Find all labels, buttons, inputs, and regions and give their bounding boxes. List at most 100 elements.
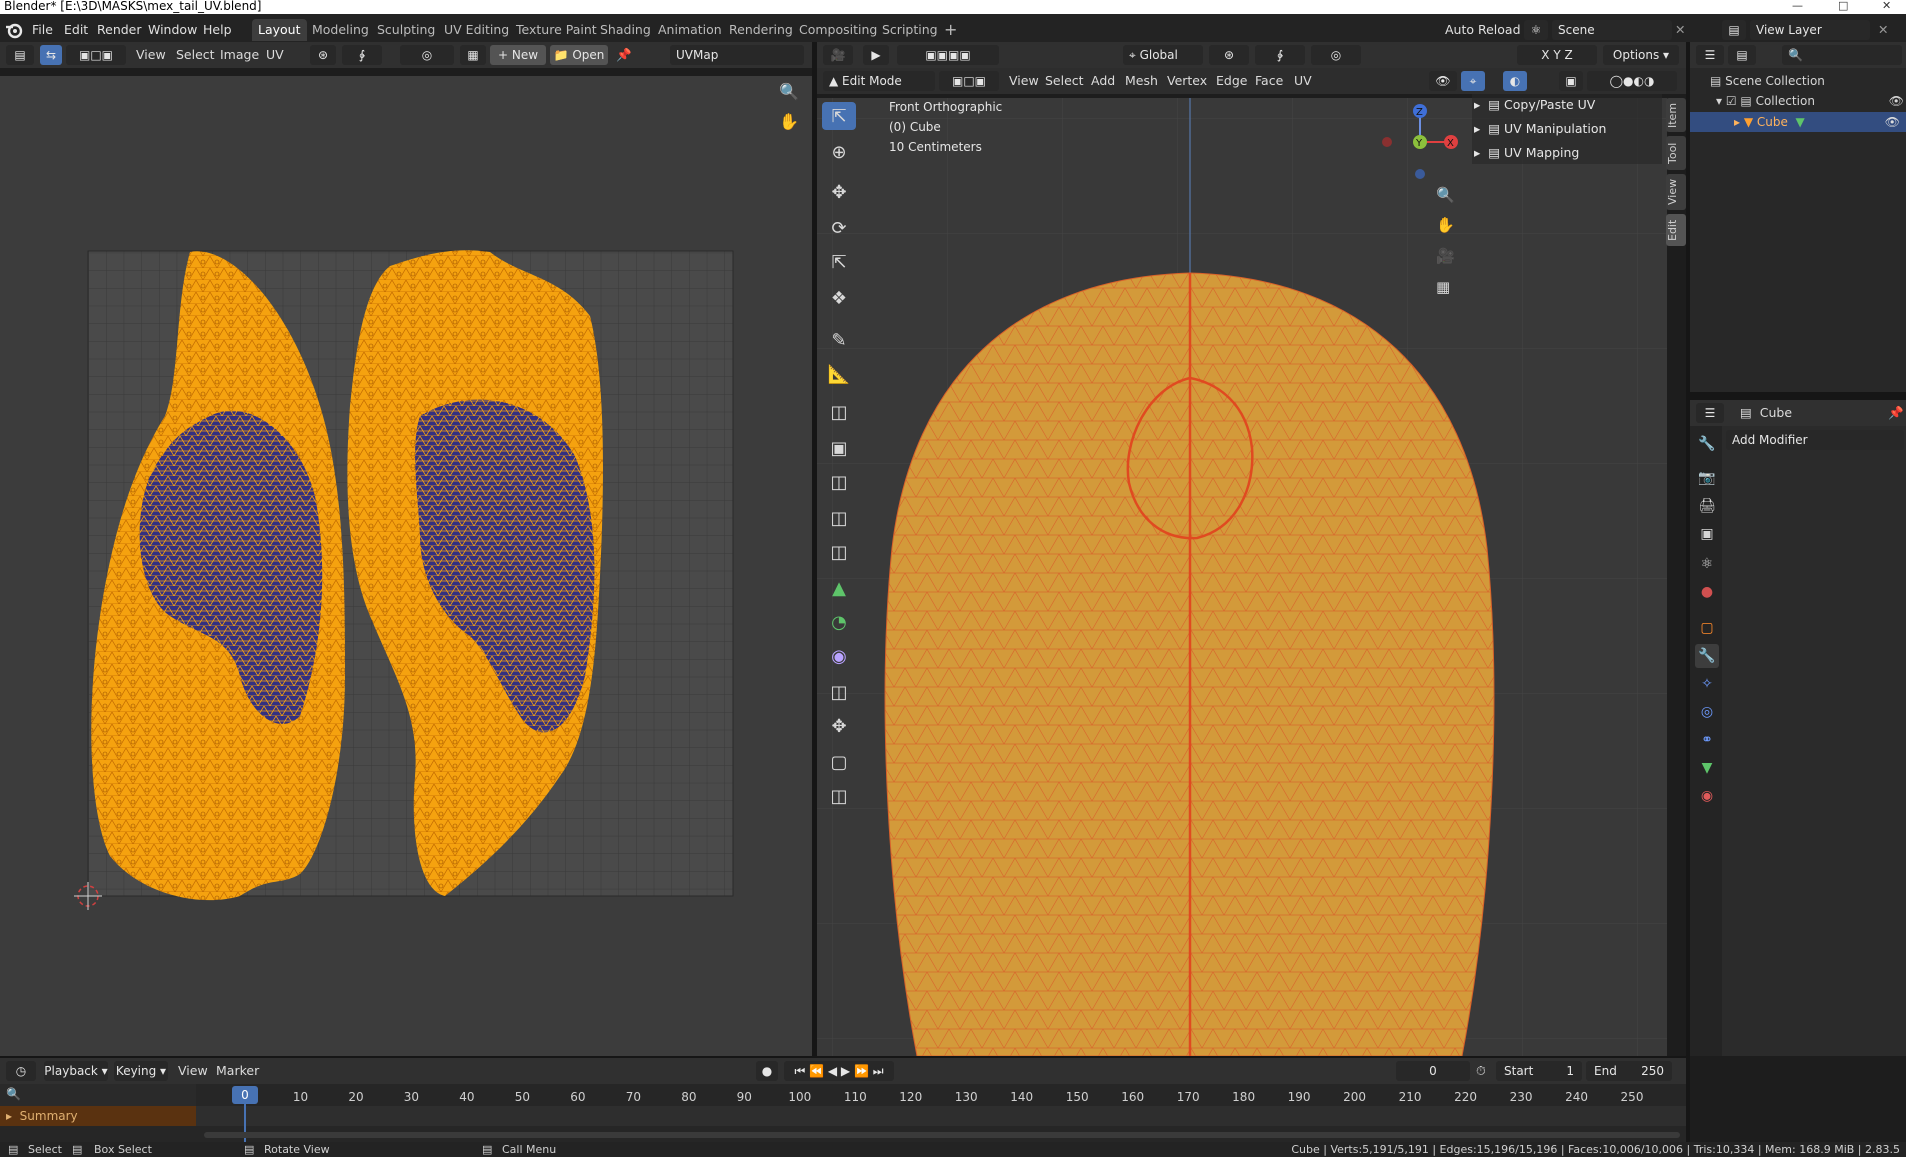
- prop-tab-material-icon[interactable]: ◉: [1695, 784, 1719, 808]
- prop-tab-particles-icon[interactable]: ✧: [1695, 672, 1719, 696]
- select-tool-icon[interactable]: ▶: [863, 45, 889, 65]
- scene-icon[interactable]: ⚛: [1524, 20, 1548, 40]
- auto-reload-label[interactable]: Auto Reload: [1445, 20, 1521, 40]
- open-image-button[interactable]: 📁 Open: [550, 45, 608, 65]
- new-image-button[interactable]: + New: [490, 45, 546, 65]
- prop-tab-output-icon[interactable]: 🖨: [1695, 494, 1719, 518]
- outliner-cube[interactable]: ▸ ▼ Cube ▼ 👁: [1690, 112, 1906, 132]
- pivot-point-icon[interactable]: ⊛: [1209, 45, 1249, 65]
- close-icon[interactable]: ✕: [1882, 0, 1891, 12]
- outliner-type-icon[interactable]: ☰: [1696, 45, 1724, 65]
- tool-bevel-icon[interactable]: ◫: [822, 468, 856, 496]
- tab-uv-editing[interactable]: UV Editing: [438, 19, 515, 41]
- tool-cursor-icon[interactable]: ⊕: [822, 138, 856, 166]
- tab-animation[interactable]: Animation: [652, 19, 728, 41]
- tab-texture-paint[interactable]: Texture Paint: [510, 19, 603, 41]
- scene-close-icon[interactable]: ✕: [1675, 20, 1685, 40]
- tool-extrude-icon[interactable]: ◫: [822, 398, 856, 426]
- tab-modeling[interactable]: Modeling: [306, 19, 375, 41]
- tool-scale-icon[interactable]: ⇱: [822, 248, 856, 276]
- timeline-playback-menu[interactable]: Playback ▾: [44, 1061, 108, 1081]
- sidetab-tool[interactable]: Tool: [1666, 136, 1686, 170]
- prop-tab-world-icon[interactable]: ●: [1695, 580, 1719, 604]
- vp-menu-face[interactable]: Face: [1255, 71, 1283, 91]
- properties-type-icon[interactable]: ☰: [1696, 403, 1724, 423]
- proportional-edit-icon[interactable]: ◎: [1311, 45, 1361, 65]
- orientation-dropdown[interactable]: ⌖ Global: [1123, 45, 1203, 65]
- viewport-zoom-icon[interactable]: 🔍: [1436, 186, 1455, 204]
- snapping-icon[interactable]: ∳: [1255, 45, 1305, 65]
- prop-tab-view-layer-icon[interactable]: ▣: [1695, 522, 1719, 546]
- tool-rotate-icon[interactable]: ⟳: [822, 214, 856, 242]
- summary-channel[interactable]: ▸ Summary: [0, 1106, 196, 1126]
- mode-dropdown[interactable]: ▲ Edit Mode: [823, 71, 935, 91]
- sidetab-view[interactable]: View: [1666, 174, 1686, 210]
- timeline-scrollbar[interactable]: [204, 1132, 1680, 1138]
- sidetab-item[interactable]: Item: [1666, 98, 1686, 132]
- viewport-canvas[interactable]: [817, 98, 1667, 1057]
- tool-select-box-icon[interactable]: ⇱: [822, 102, 856, 130]
- prop-tab-scene-icon[interactable]: ⚛: [1695, 552, 1719, 576]
- display-mode-icon[interactable]: ▤: [1728, 45, 1756, 65]
- tool-smooth-icon[interactable]: ◉: [822, 642, 856, 670]
- scene-selector[interactable]: Scene: [1552, 20, 1672, 40]
- vp-menu-uv[interactable]: UV: [1294, 71, 1312, 91]
- outliner-search[interactable]: 🔍: [1782, 45, 1902, 65]
- tool-annotate-icon[interactable]: ✎: [822, 326, 856, 354]
- start-frame-field[interactable]: Start 1: [1496, 1061, 1582, 1081]
- prop-tab-tool-icon[interactable]: 🔧: [1695, 432, 1719, 456]
- tool-shrink-icon[interactable]: ✥: [822, 712, 856, 740]
- add-workspace-icon[interactable]: +: [938, 19, 963, 41]
- current-frame-field[interactable]: 0: [1396, 1061, 1470, 1081]
- cube-eye-icon[interactable]: 👁: [1885, 115, 1900, 129]
- uv-menu-view[interactable]: View: [136, 45, 166, 65]
- pivot-icon[interactable]: ⊛: [310, 45, 336, 65]
- vp-menu-vertex[interactable]: Vertex: [1167, 71, 1207, 91]
- playback-controls[interactable]: ⏮ ⏪ ◀ ▶ ⏩ ⏭: [784, 1061, 894, 1081]
- timeline-keying-menu[interactable]: Keying ▾: [114, 1061, 168, 1081]
- axis-z[interactable]: Z: [1565, 48, 1573, 62]
- vp-menu-mesh[interactable]: Mesh: [1125, 71, 1158, 91]
- pan-hand-icon[interactable]: ✋: [776, 112, 802, 138]
- snap-icon[interactable]: ∳: [342, 45, 382, 65]
- uv-sync-icon[interactable]: ⇆: [40, 45, 62, 65]
- vp-menu-edge[interactable]: Edge: [1216, 71, 1247, 91]
- menu-file[interactable]: File: [32, 20, 53, 40]
- axis-x[interactable]: X: [1541, 48, 1549, 62]
- tab-layout[interactable]: Layout: [252, 19, 307, 41]
- properties-pin-icon[interactable]: 📌: [1888, 403, 1904, 423]
- panel-copy-paste-uv[interactable]: ▸ ▤ Copy/Paste UV: [1474, 94, 1595, 116]
- menu-help[interactable]: Help: [203, 20, 232, 40]
- tab-shading[interactable]: Shading: [594, 19, 657, 41]
- axis-y[interactable]: Y: [1553, 48, 1560, 62]
- viewport-editor-type-icon[interactable]: 🎥: [823, 45, 853, 65]
- tool-move-icon[interactable]: ✥: [822, 178, 856, 206]
- tool-inset-icon[interactable]: ▣: [822, 434, 856, 462]
- tab-compositing[interactable]: Compositing: [793, 19, 883, 41]
- mesh-select-mode-icons[interactable]: ▣□▣: [939, 71, 999, 91]
- uv-editor[interactable]: 🔍 ✋: [0, 76, 812, 1056]
- tool-polybuild-icon[interactable]: ▲: [822, 574, 856, 602]
- navigation-gizmo[interactable]: Z Y X: [1370, 100, 1470, 184]
- tool-transform-icon[interactable]: ❖: [822, 284, 856, 312]
- uv-menu-image[interactable]: Image: [220, 45, 259, 65]
- prop-tab-constraints-icon[interactable]: ⚭: [1695, 728, 1719, 752]
- options-dropdown[interactable]: Options ▾: [1603, 45, 1679, 65]
- viewport-pan-icon[interactable]: ✋: [1436, 216, 1455, 234]
- right-splitter[interactable]: [1686, 42, 1690, 1142]
- timeline-view-menu[interactable]: View: [178, 1061, 208, 1081]
- collection-eye-icon[interactable]: 👁: [1889, 94, 1904, 108]
- vp-menu-add[interactable]: Add: [1091, 71, 1115, 91]
- uv-menu-select[interactable]: Select: [176, 45, 215, 65]
- outliner-scene-collection[interactable]: ▤ Scene Collection: [1710, 72, 1825, 90]
- ortho-toggle-icon[interactable]: ▦: [1436, 278, 1450, 296]
- outliner-splitter[interactable]: [1690, 392, 1906, 400]
- vp-menu-view[interactable]: View: [1009, 71, 1039, 91]
- add-modifier-button[interactable]: Add Modifier: [1726, 430, 1904, 450]
- uv-canvas[interactable]: [0, 76, 812, 1056]
- tool-loopcut-icon[interactable]: ◫: [822, 504, 856, 532]
- zoom-icon[interactable]: 🔍: [776, 82, 802, 108]
- editor-type-icon[interactable]: ▤: [6, 45, 34, 65]
- panel-uv-mapping[interactable]: ▸ ▤ UV Mapping: [1474, 142, 1579, 164]
- timeline[interactable]: 🔍 ▸ Summary 0102030405060708090100110120…: [0, 1084, 1686, 1144]
